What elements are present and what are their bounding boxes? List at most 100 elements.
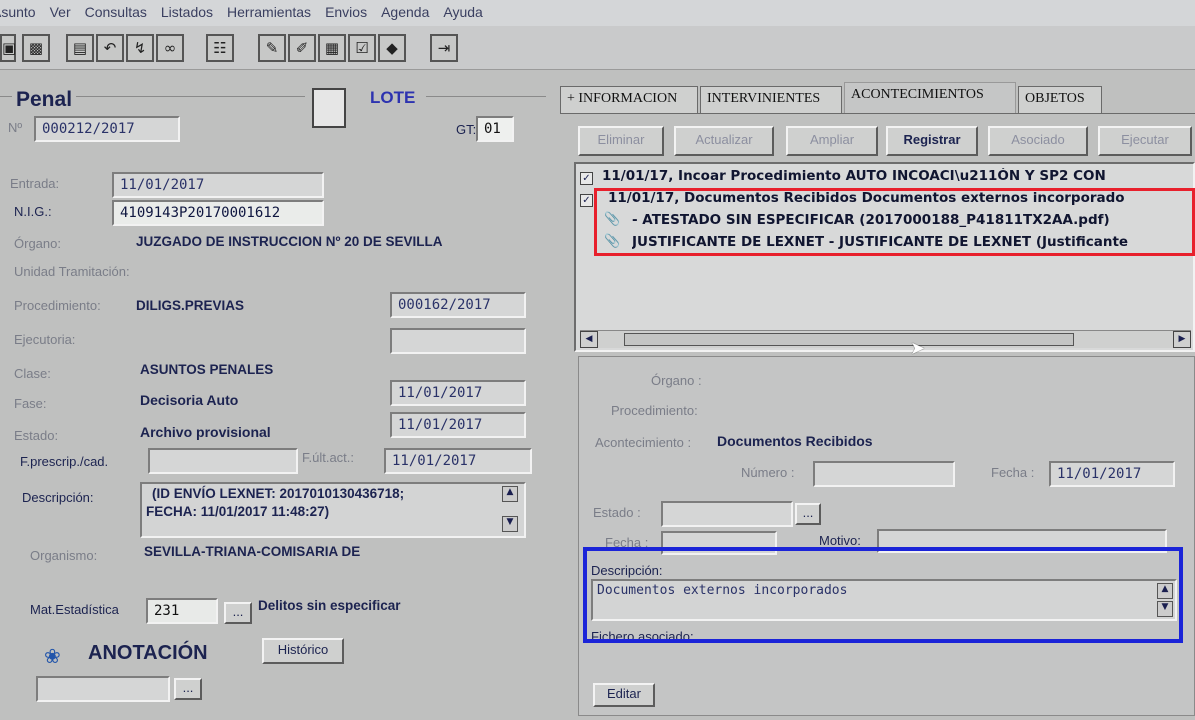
organo-value: JUZGADO DE INSTRUCCION Nº 20 DE SEVILLA bbox=[136, 234, 443, 249]
menu-envios[interactable]: Envios bbox=[325, 4, 367, 26]
ejecutoria-field[interactable] bbox=[390, 328, 526, 354]
registrar-button[interactable]: Registrar bbox=[886, 126, 978, 156]
exit-icon[interactable]: ⇥ bbox=[430, 34, 458, 62]
entrada-field[interactable]: 11/01/2017 bbox=[112, 172, 324, 198]
estado-lookup-button[interactable]: ... bbox=[795, 503, 821, 525]
event-detail-panel: Órgano : Procedimiento: Acontecimiento :… bbox=[578, 356, 1195, 716]
descripcion-label: Descripción: bbox=[22, 490, 94, 505]
gt-label: GT: bbox=[456, 122, 477, 137]
procedimiento-label: Procedimiento: bbox=[14, 298, 101, 313]
lote-label: LOTE bbox=[370, 88, 416, 107]
ejecutoria-label: Ejecutoria: bbox=[14, 332, 76, 347]
image-icon[interactable]: ▦ bbox=[318, 34, 346, 62]
delitos-value: Delitos sin especificar bbox=[258, 598, 401, 613]
descripcion-line-1: (ID ENVÍO LEXNET: 2017010130436718; bbox=[152, 486, 405, 501]
detail-numero-field[interactable] bbox=[813, 461, 955, 487]
menu-listados[interactable]: Listados bbox=[161, 4, 213, 26]
gt-field[interactable]: 01 bbox=[476, 116, 514, 142]
procedimiento-value: DILIGS.PREVIAS bbox=[136, 298, 245, 313]
ampliar-button[interactable]: Ampliar bbox=[786, 126, 878, 156]
scroll-down-icon[interactable]: ▼ bbox=[502, 516, 518, 532]
menu-herramientas[interactable]: Herramientas bbox=[227, 4, 311, 26]
organismo-label: Organismo: bbox=[30, 548, 98, 563]
document-icon bbox=[312, 88, 346, 128]
organo-label: Órgano: bbox=[14, 236, 61, 251]
estado-value: Archivo provisional bbox=[140, 424, 271, 440]
event-checkbox[interactable]: ✓ bbox=[580, 194, 593, 207]
nav-icon[interactable]: ◆ bbox=[378, 34, 406, 62]
edit-doc-icon[interactable]: ✎ bbox=[258, 34, 286, 62]
link-icon[interactable]: ↶ bbox=[96, 34, 124, 62]
detail-procedimiento-label: Procedimiento: bbox=[611, 403, 698, 418]
fase-date-field[interactable]: 11/01/2017 bbox=[390, 380, 526, 406]
tab-informacion[interactable]: + INFORMACION bbox=[560, 86, 698, 114]
fase-value: Decisoria Auto bbox=[140, 392, 239, 408]
numero-field[interactable]: 000212/2017 bbox=[34, 116, 180, 142]
detail-numero-label: Número : bbox=[741, 465, 795, 480]
matest-label: Mat.Estadística bbox=[30, 602, 119, 617]
detail-fecha-field[interactable]: 11/01/2017 bbox=[1049, 461, 1175, 487]
fprescrip-label: F.prescrip./cad. bbox=[20, 454, 109, 469]
fase-label: Fase: bbox=[14, 396, 47, 411]
nig-field[interactable]: 4109143P20170001612 bbox=[112, 200, 324, 226]
clase-value: ASUNTOS PENALES bbox=[140, 362, 274, 377]
scroll-left-icon[interactable]: ◀ bbox=[580, 331, 598, 348]
tab-objetos[interactable]: OBJETOS bbox=[1018, 86, 1102, 114]
ejecutar-button[interactable]: Ejecutar bbox=[1098, 126, 1192, 156]
menu-ver[interactable]: Ver bbox=[50, 4, 71, 26]
actualizar-button[interactable]: Actualizar bbox=[674, 126, 774, 156]
asociado-button[interactable]: Asociado bbox=[988, 126, 1088, 156]
detail-acontecimiento-value: Documentos Recibidos bbox=[717, 433, 873, 449]
descripcion-line-2: FECHA: 11/01/2017 11:48:27) bbox=[146, 504, 330, 519]
tab-acontecimientos[interactable]: ACONTECIMIENTOS bbox=[844, 82, 1016, 114]
horizontal-scrollbar[interactable]: ◀ ▶ bbox=[580, 330, 1191, 348]
menu-agenda[interactable]: Agenda bbox=[381, 4, 429, 26]
nig-label: N.I.G.: bbox=[14, 204, 52, 219]
check-doc-icon[interactable]: ☑ bbox=[348, 34, 376, 62]
annotation-icon: ❀ bbox=[44, 644, 61, 668]
descripcion-textarea[interactable]: (ID ENVÍO LEXNET: 2017010130436718; FECH… bbox=[140, 482, 526, 538]
tab-intervinientes[interactable]: INTERVINIENTES bbox=[700, 86, 842, 114]
fultact-field[interactable]: 11/01/2017 bbox=[384, 448, 532, 474]
anotacion-field[interactable] bbox=[36, 676, 170, 702]
unidad-label: Unidad Tramitación: bbox=[14, 264, 130, 279]
event-row-1[interactable]: 11/01/17, Incoar Procedimiento AUTO INCO… bbox=[602, 168, 1192, 184]
historico-button[interactable]: Histórico bbox=[262, 638, 344, 664]
lightning-icon[interactable]: ↯ bbox=[126, 34, 154, 62]
numero-label: Nº bbox=[8, 120, 23, 135]
toolbar: ▣ ▩ ▤ ↶ ↯ ∞ ☷ ✎ ✐ ▦ ☑ ◆ ⇥ bbox=[0, 26, 1195, 70]
book-icon[interactable]: ▤ bbox=[66, 34, 94, 62]
anotacion-lookup-button[interactable]: ... bbox=[174, 678, 202, 700]
clase-label: Clase: bbox=[14, 366, 51, 381]
tree-icon[interactable]: ☷ bbox=[206, 34, 234, 62]
detail-motivo-label: Motivo: bbox=[819, 533, 861, 548]
menu-consultas[interactable]: Consultas bbox=[85, 4, 147, 26]
detail-organo-label: Órgano : bbox=[651, 373, 702, 388]
scroll-up-icon[interactable]: ▲ bbox=[502, 486, 518, 502]
editar-button[interactable]: Editar bbox=[593, 683, 655, 707]
open-icon[interactable]: ▣ bbox=[0, 34, 16, 62]
red-highlight-box bbox=[594, 188, 1195, 256]
matest-lookup-button[interactable]: ... bbox=[224, 602, 252, 624]
pen-icon[interactable]: ✐ bbox=[288, 34, 316, 62]
chain-icon[interactable]: ∞ bbox=[156, 34, 184, 62]
scrollbar-thumb[interactable] bbox=[624, 333, 1074, 346]
organismo-value: SEVILLA-TRIANA-COMISARIA DE bbox=[144, 544, 361, 559]
procedimiento-num-field[interactable]: 000162/2017 bbox=[390, 292, 526, 318]
scroll-right-icon[interactable]: ▶ bbox=[1173, 331, 1191, 348]
matest-field[interactable]: 231 bbox=[146, 598, 218, 624]
events-tree: ✓ 11/01/17, Incoar Procedimiento AUTO IN… bbox=[574, 162, 1195, 352]
fprescrip-field[interactable] bbox=[148, 448, 298, 474]
case-panel: Penal LOTE Nº 000212/2017 GT: 01 Entrada… bbox=[0, 70, 550, 720]
menu-ayuda[interactable]: Ayuda bbox=[443, 4, 482, 26]
save-icon[interactable]: ▩ bbox=[22, 34, 50, 62]
estado-label: Estado: bbox=[14, 428, 59, 443]
menu-asunto[interactable]: Asunto bbox=[0, 4, 36, 26]
eliminar-button[interactable]: Eliminar bbox=[578, 126, 664, 156]
fultact-label: F.últ.act.: bbox=[302, 450, 355, 465]
detail-estado-label: Estado : bbox=[593, 505, 641, 520]
detail-estado-field[interactable] bbox=[661, 501, 793, 527]
event-checkbox[interactable]: ✓ bbox=[580, 172, 593, 185]
estado-date-field[interactable]: 11/01/2017 bbox=[390, 412, 526, 438]
anotacion-heading: ANOTACIÓN bbox=[88, 642, 208, 664]
